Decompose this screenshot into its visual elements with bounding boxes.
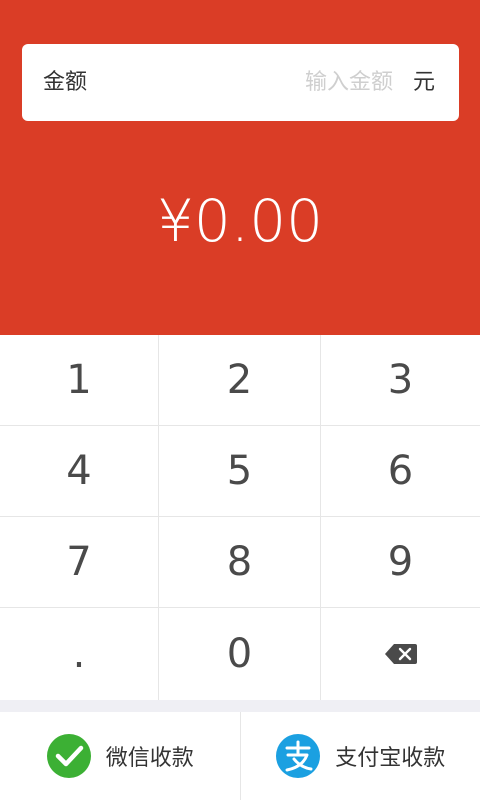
- amount-header: 金额 元 ¥0.00: [0, 0, 480, 335]
- key-6[interactable]: 6: [321, 426, 480, 517]
- key-dot[interactable]: .: [0, 608, 159, 700]
- amount-input[interactable]: [193, 64, 393, 101]
- key-7[interactable]: 7: [0, 517, 159, 608]
- key-0[interactable]: 0: [159, 608, 321, 700]
- key-4[interactable]: 4: [0, 426, 159, 517]
- number-keypad: 1 2 3 4 5 6 7 8 9 . 0: [0, 335, 480, 700]
- wechat-pay-button[interactable]: 微信收款: [0, 712, 241, 800]
- key-2[interactable]: 2: [159, 335, 321, 426]
- alipay-label: 支付宝收款: [335, 746, 446, 771]
- key-9[interactable]: 9: [321, 517, 480, 608]
- amount-field-row[interactable]: 金额 元: [22, 44, 459, 121]
- key-5[interactable]: 5: [159, 426, 321, 517]
- amount-display: ¥0.00: [156, 187, 324, 255]
- wechat-pay-label: 微信收款: [105, 746, 194, 771]
- amount-unit: 元: [412, 70, 435, 95]
- backspace-icon: [384, 644, 417, 664]
- alipay-button[interactable]: 支付宝收款: [241, 712, 480, 800]
- key-3[interactable]: 3: [321, 335, 480, 426]
- key-8[interactable]: 8: [159, 517, 321, 608]
- amount-label: 金额: [43, 70, 88, 95]
- wechat-check-icon: [46, 734, 91, 778]
- alipay-icon: [276, 734, 321, 778]
- backspace-button[interactable]: [321, 608, 480, 700]
- payment-bar: 微信收款 支付宝收款: [0, 712, 480, 800]
- key-1[interactable]: 1: [0, 335, 159, 426]
